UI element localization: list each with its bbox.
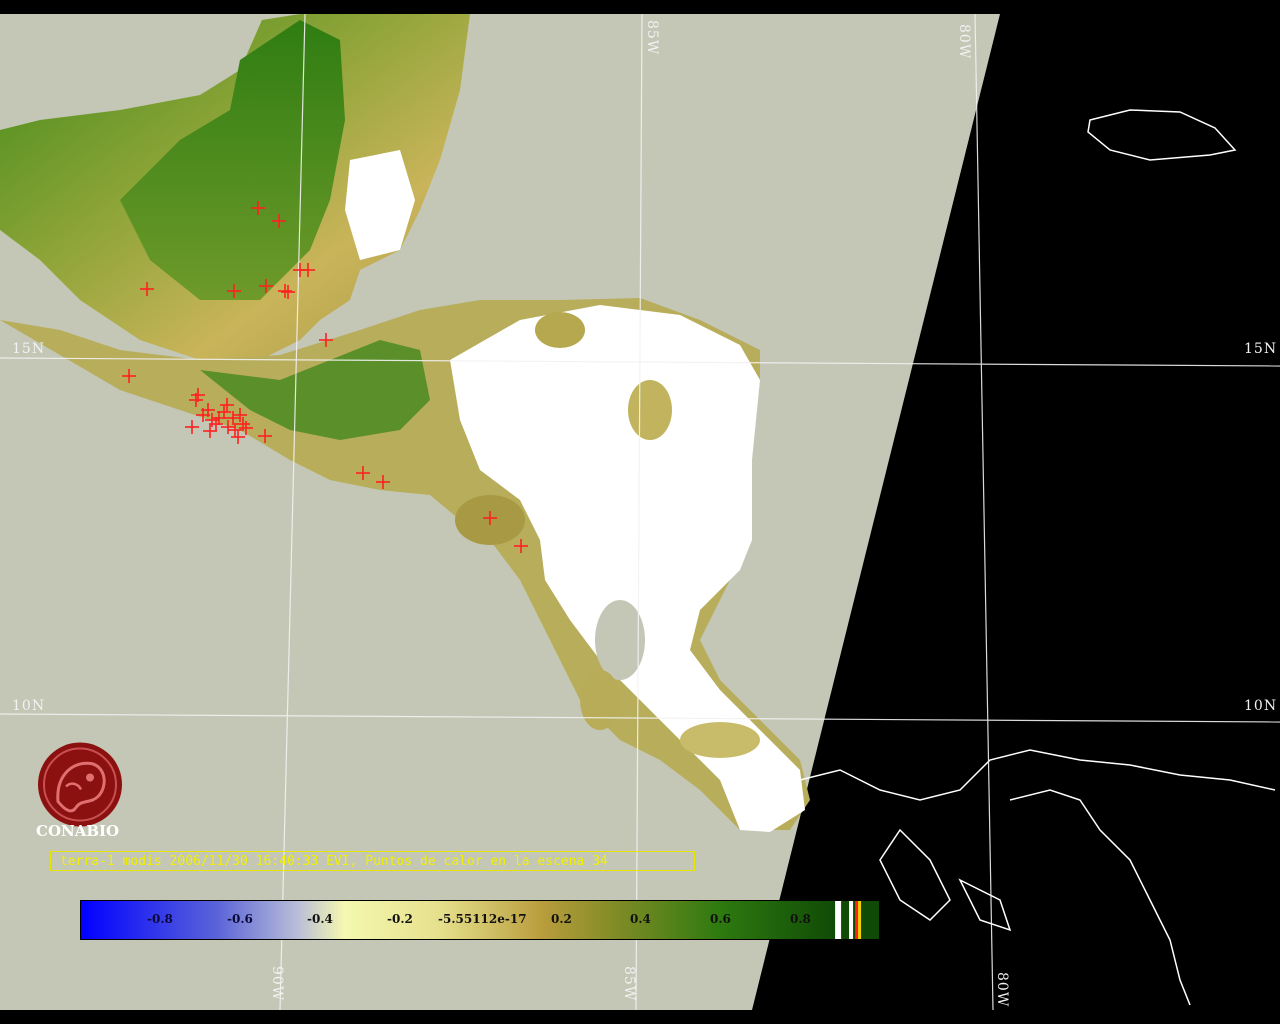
colorbar-tick-label: -0.2	[387, 912, 413, 926]
colorbar-tick-label: 0.8	[790, 912, 811, 926]
colorbar-tick-label: 0.4	[630, 912, 651, 926]
colorbar-tick-label: 0.2	[551, 912, 572, 926]
lat-label-15n-right: 15N	[1244, 341, 1278, 357]
lon-label-85w-top: 85W	[644, 20, 660, 56]
colorbar-tick-label: -0.4	[307, 912, 333, 926]
lat-label-10n: 10N	[12, 698, 46, 714]
scene-caption: terra-1 modis 2006/11/30 16:40:33 EVI, P…	[50, 851, 695, 871]
colorbar-tick-label: -0.6	[227, 912, 253, 926]
colorbar-tick-label: -5.55112e-17	[438, 912, 527, 926]
lon-label-90w-bottom: 90W	[269, 966, 285, 1002]
logo-text: CONABIO	[36, 822, 120, 840]
lon-label-80w-top: 80W	[956, 24, 972, 60]
lon-label-80w-bottom: 80W	[994, 972, 1010, 1008]
lat-label-15n: 15N	[12, 341, 46, 357]
lat-label-10n-right: 10N	[1244, 698, 1278, 714]
lon-label-85w-bottom: 85W	[621, 966, 637, 1002]
colorbar-tick-label: 0.6	[710, 912, 731, 926]
colorbar-tick-label: -0.8	[147, 912, 173, 926]
